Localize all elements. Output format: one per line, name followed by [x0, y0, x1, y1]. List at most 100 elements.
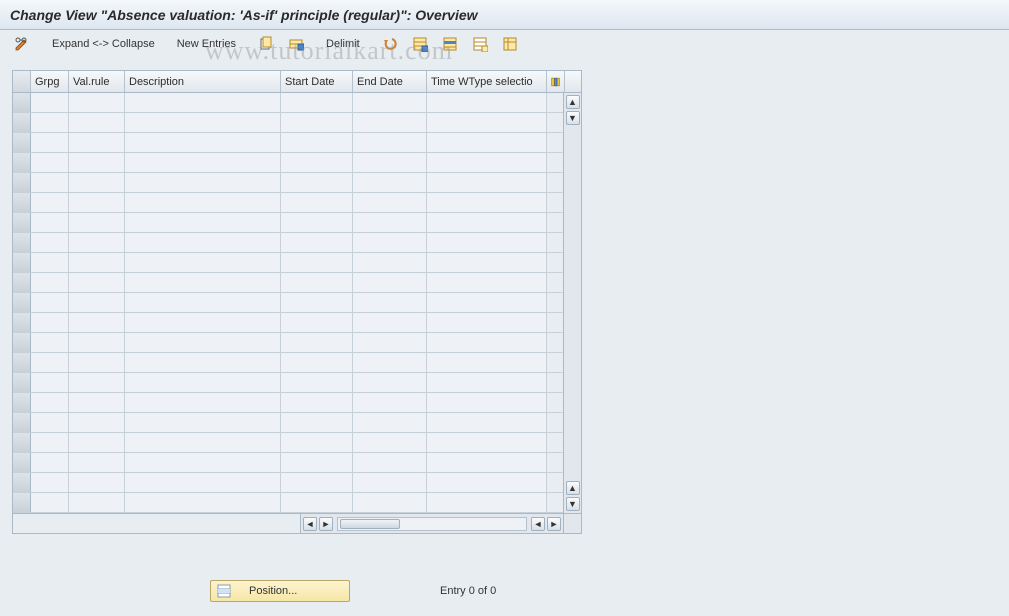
table-cell[interactable] [13, 193, 31, 212]
table-cell[interactable] [427, 333, 547, 352]
table-cell[interactable] [427, 153, 547, 172]
table-cell[interactable] [31, 173, 69, 192]
scroll-down-button[interactable]: ▼ [566, 111, 580, 125]
table-cell[interactable] [353, 353, 427, 372]
table-cell[interactable] [427, 393, 547, 412]
table-cell[interactable] [427, 293, 547, 312]
table-cell[interactable] [281, 153, 353, 172]
table-cell[interactable] [31, 293, 69, 312]
table-cell[interactable] [353, 453, 427, 472]
table-cell[interactable] [125, 393, 281, 412]
table-cell[interactable] [125, 353, 281, 372]
table-cell[interactable] [125, 313, 281, 332]
table-cell[interactable] [125, 233, 281, 252]
table-cell[interactable] [125, 493, 281, 512]
table-cell[interactable] [353, 113, 427, 132]
table-cell[interactable] [281, 453, 353, 472]
table-cell[interactable] [13, 113, 31, 132]
table-row[interactable] [13, 133, 563, 153]
table-cell[interactable] [13, 413, 31, 432]
table-cell[interactable] [125, 213, 281, 232]
table-row[interactable] [13, 193, 563, 213]
table-cell[interactable] [353, 393, 427, 412]
table-cell[interactable] [281, 173, 353, 192]
position-button[interactable]: Position... [210, 580, 350, 602]
table-cell[interactable] [31, 193, 69, 212]
table-cell[interactable] [13, 213, 31, 232]
table-cell[interactable] [281, 333, 353, 352]
hscroll-track[interactable] [337, 517, 527, 531]
table-cell[interactable] [125, 153, 281, 172]
table-cell[interactable] [125, 113, 281, 132]
table-cell[interactable] [353, 413, 427, 432]
table-cell[interactable] [353, 433, 427, 452]
table-cell[interactable] [353, 373, 427, 392]
select-block-button[interactable] [436, 34, 464, 54]
table-cell[interactable] [353, 253, 427, 272]
table-cell[interactable] [13, 293, 31, 312]
table-cell[interactable] [13, 313, 31, 332]
table-cell[interactable] [427, 273, 547, 292]
table-cell[interactable] [31, 153, 69, 172]
table-cell[interactable] [31, 493, 69, 512]
hscroll-left-button[interactable]: ◄ [303, 517, 317, 531]
vertical-scrollbar[interactable]: ▲ ▼ ▲ ▼ [563, 93, 581, 513]
table-cell[interactable] [13, 233, 31, 252]
table-cell[interactable] [353, 493, 427, 512]
table-cell[interactable] [427, 133, 547, 152]
table-cell[interactable] [281, 113, 353, 132]
table-cell[interactable] [31, 133, 69, 152]
table-cell[interactable] [281, 373, 353, 392]
table-cell[interactable] [31, 353, 69, 372]
table-cell[interactable] [31, 313, 69, 332]
table-cell[interactable] [427, 373, 547, 392]
table-cell[interactable] [69, 293, 125, 312]
new-entries-button[interactable]: New Entries [171, 36, 242, 52]
table-cell[interactable] [31, 253, 69, 272]
table-cell[interactable] [69, 373, 125, 392]
table-cell[interactable] [31, 473, 69, 492]
scroll-up-bottom-button[interactable]: ▲ [566, 481, 580, 495]
table-cell[interactable] [13, 433, 31, 452]
table-cell[interactable] [353, 473, 427, 492]
table-row[interactable] [13, 333, 563, 353]
table-cell[interactable] [427, 313, 547, 332]
table-row[interactable] [13, 473, 563, 493]
table-cell[interactable] [427, 193, 547, 212]
table-cell[interactable] [13, 93, 31, 112]
table-cell[interactable] [125, 473, 281, 492]
table-cell[interactable] [69, 393, 125, 412]
table-cell[interactable] [69, 273, 125, 292]
select-all-button[interactable] [406, 34, 434, 54]
column-selector[interactable] [13, 71, 31, 92]
table-cell[interactable] [125, 93, 281, 112]
table-cell[interactable] [69, 433, 125, 452]
table-cell[interactable] [125, 293, 281, 312]
scroll-up-button[interactable]: ▲ [566, 95, 580, 109]
table-cell[interactable] [125, 333, 281, 352]
table-cell[interactable] [125, 413, 281, 432]
table-cell[interactable] [427, 493, 547, 512]
column-val-rule[interactable]: Val.rule [69, 71, 125, 92]
table-cell[interactable] [13, 353, 31, 372]
table-cell[interactable] [13, 373, 31, 392]
table-row[interactable] [13, 373, 563, 393]
delete-button[interactable] [282, 34, 310, 54]
scroll-down-bottom-button[interactable]: ▼ [566, 497, 580, 511]
table-cell[interactable] [353, 233, 427, 252]
table-cell[interactable] [31, 113, 69, 132]
table-cell[interactable] [69, 233, 125, 252]
table-cell[interactable] [69, 333, 125, 352]
table-cell[interactable] [281, 293, 353, 312]
copy-button[interactable] [252, 34, 280, 54]
column-description[interactable]: Description [125, 71, 281, 92]
table-cell[interactable] [353, 153, 427, 172]
table-cell[interactable] [69, 253, 125, 272]
table-cell[interactable] [13, 253, 31, 272]
table-row[interactable] [13, 433, 563, 453]
table-cell[interactable] [31, 273, 69, 292]
table-cell[interactable] [125, 453, 281, 472]
undo-button[interactable] [376, 34, 404, 54]
table-cell[interactable] [13, 173, 31, 192]
table-cell[interactable] [13, 153, 31, 172]
